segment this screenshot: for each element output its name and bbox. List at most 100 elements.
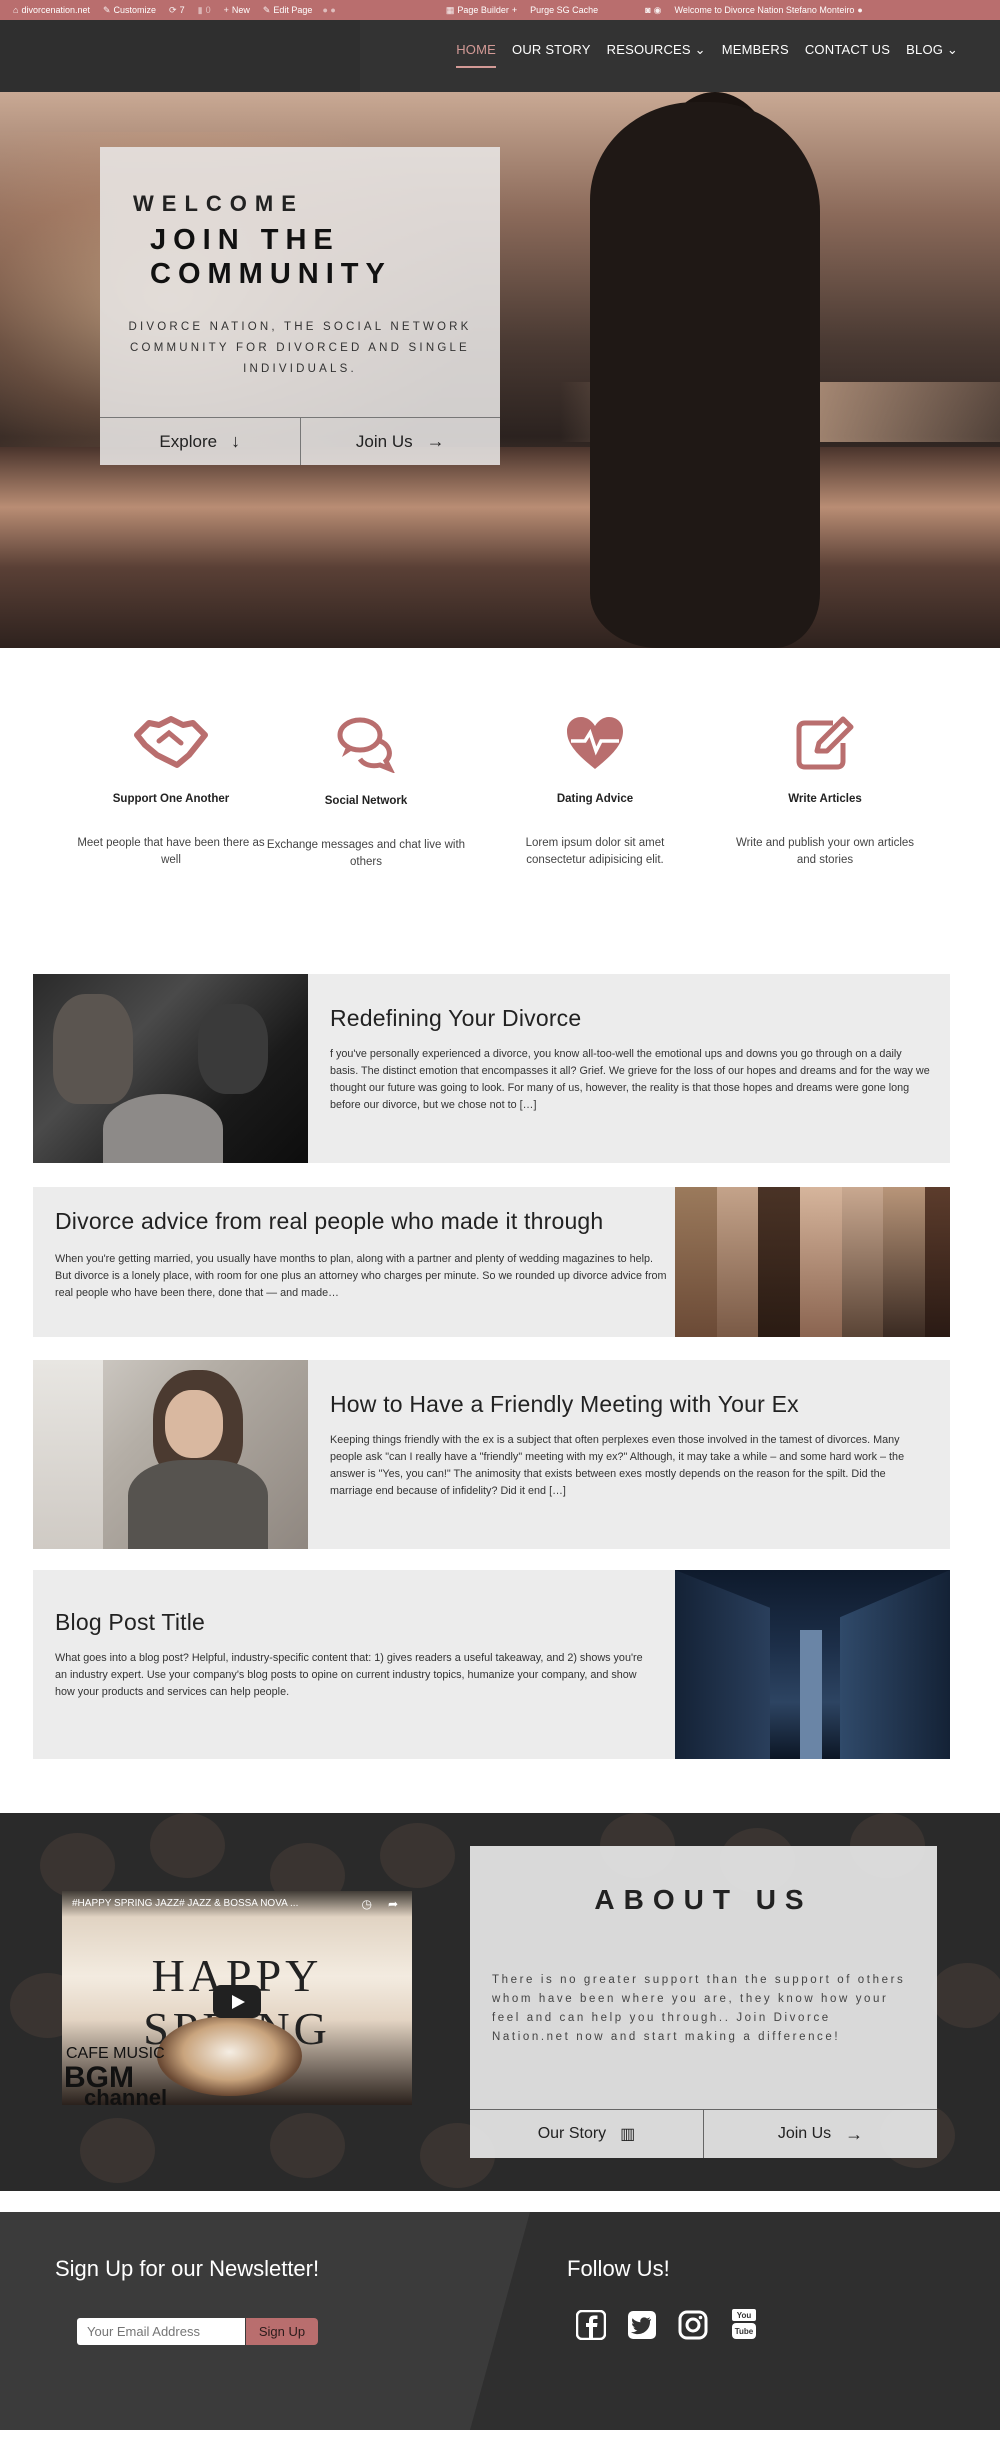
share-icon[interactable]: ➦ [388, 1897, 398, 1911]
admin-new-link[interactable]: + New [224, 5, 250, 15]
blog-post-card[interactable]: Blog Post Title What goes into a blog po… [33, 1570, 950, 1759]
admin-account-link[interactable]: Welcome to Divorce Nation Stefano Montei… [674, 5, 862, 15]
nav-item-home[interactable]: HOME [456, 42, 497, 68]
comment-icon: ▮ [197, 4, 203, 15]
arrow-down-icon: ↓ [231, 431, 241, 451]
nav-item-blog[interactable]: BLOG ⌄ [906, 42, 958, 68]
avatar: ● [857, 5, 863, 15]
blog-post-card[interactable]: Redefining Your Divorce f you've persona… [33, 974, 950, 1163]
feature-dating: Dating Advice Lorem ipsum dolor sit amet… [495, 715, 695, 869]
blog-post-card[interactable]: How to Have a Friendly Meeting with Your… [33, 1360, 950, 1549]
features-section: Support One Another Meet people that hav… [0, 715, 1000, 895]
book-icon: ▥ [620, 2126, 636, 2143]
post-excerpt: When you're getting married, you usually… [55, 1253, 667, 1299]
admin-edit-page-link[interactable]: ✎ Edit Page [263, 5, 313, 16]
main-navigation: HOME OUR STORY RESOURCES ⌄ MEMBERS CONTA… [0, 20, 1000, 92]
clock-icon[interactable]: ◷ [362, 1897, 372, 1911]
video-embed[interactable]: #HAPPY SPRING JAZZ# JAZZ & BOSSA NOVA ..… [62, 1891, 412, 2105]
heartbeat-icon [567, 717, 623, 769]
facebook-icon[interactable] [574, 2308, 608, 2342]
page: ⌂ divorcenation.net ✎ Customize ⟳ 7 ▮ 0 + New… [0, 0, 1000, 2451]
post-image [33, 974, 308, 1163]
instagram-icon[interactable] [676, 2308, 710, 2342]
arrow-right-icon: → [845, 2123, 864, 2144]
brush-icon: ✎ [102, 4, 111, 15]
admin-customize-link[interactable]: ✎ Customize [103, 5, 156, 16]
hero-buttons: Explore ↓ Join Us → [100, 417, 500, 465]
about-section: #HAPPY SPRING JAZZ# JAZZ & BOSSA NOVA ..… [0, 1813, 1000, 2191]
about-title: ABOUT US [594, 1884, 813, 1915]
hero-silhouette [590, 102, 820, 648]
post-title[interactable]: How to Have a Friendly Meeting with Your… [330, 1390, 930, 1418]
admin-misc-icons: ● ● [322, 5, 336, 15]
about-join-us-button[interactable]: Join Us → [703, 2110, 937, 2158]
grid-icon: ▦ [445, 4, 455, 15]
arrow-right-icon: → [426, 431, 445, 451]
post-text: Divorce advice from real people who made… [55, 1207, 670, 1302]
home-icon: ⌂ [13, 5, 19, 15]
nav-item-resources[interactable]: RESOURCES ⌄ [607, 42, 706, 68]
admin-updates-link[interactable]: ⟳ 7 [169, 5, 185, 16]
post-image [675, 1187, 950, 1337]
about-text: There is no greater support than the sup… [492, 1974, 906, 2043]
hero-card: WELCOME JOIN THE COMMUNITY DIVORCE NATIO… [100, 147, 500, 465]
nav-menu: HOME OUR STORY RESOURCES ⌄ MEMBERS CONTA… [456, 42, 958, 68]
refresh-icon: ⟳ [169, 4, 177, 15]
twitter-icon[interactable] [625, 2308, 659, 2342]
feature-text: Meet people that have been there as well [77, 837, 265, 866]
about-card: ABOUT US There is no greater support tha… [470, 1846, 937, 2158]
newsletter-email-input[interactable] [77, 2318, 245, 2345]
admin-bar: ⌂ divorcenation.net ✎ Customize ⟳ 7 ▮ 0 + New… [0, 0, 1000, 20]
svg-text:Tube: Tube [735, 2327, 754, 2336]
newsletter-signup-button[interactable]: Sign Up [246, 2318, 318, 2345]
admin-purge-cache-link[interactable]: Purge SG Cache [530, 5, 598, 15]
admin-extra-icons[interactable]: ◙ ◉ [645, 5, 661, 16]
user-circle-icon: ◉ [653, 4, 662, 15]
about-buttons: Our Story ▥ Join Us → [470, 2109, 937, 2158]
nav-item-members[interactable]: MEMBERS [722, 42, 789, 68]
follow-title: Follow Us! [567, 2256, 670, 2281]
chevron-down-icon: ⌄ [694, 42, 706, 57]
feature-text: Lorem ipsum dolor sit amet consectetur a… [525, 837, 665, 866]
hero-welcome: WELCOME [133, 191, 304, 216]
post-image [33, 1360, 308, 1549]
feature-write: Write Articles Write and publish your ow… [725, 715, 925, 869]
post-title[interactable]: Redefining Your Divorce [330, 1004, 930, 1032]
join-us-button[interactable]: Join Us → [299, 418, 501, 465]
explore-button[interactable]: Explore ↓ [100, 418, 300, 465]
coffee-cup-image [157, 2016, 302, 2096]
chevron-down-icon: ⌄ [946, 42, 958, 57]
hero-description: DIVORCE NATION, THE SOCIAL NETWORK COMMU… [128, 321, 472, 375]
chat-bubbles-icon [337, 717, 395, 773]
post-title[interactable]: Blog Post Title [55, 1608, 645, 1636]
feature-social: Social Network Exchange messages and cha… [266, 715, 466, 871]
nav-item-contact-us[interactable]: CONTACT US [805, 42, 890, 68]
badge-icon: ◙ [645, 5, 651, 15]
feature-title: Write Articles [788, 793, 862, 805]
admin-page-builder-link[interactable]: ▦ Page Builder + [446, 5, 517, 16]
video-title[interactable]: #HAPPY SPRING JAZZ# JAZZ & BOSSA NOVA ..… [62, 1891, 412, 1917]
blog-post-card[interactable]: Divorce advice from real people who made… [33, 1187, 950, 1337]
site-logo-area [0, 20, 360, 92]
post-image [675, 1570, 950, 1759]
feature-text: Write and publish your own articles and … [735, 837, 915, 866]
post-title[interactable]: Divorce advice from real people who made… [55, 1207, 670, 1235]
pencil-icon: ✎ [262, 4, 271, 15]
admin-comments-link[interactable]: ▮ 0 [198, 5, 211, 16]
nav-item-our-story[interactable]: OUR STORY [512, 42, 591, 68]
our-story-button[interactable]: Our Story ▥ [470, 2110, 703, 2158]
post-excerpt: What goes into a blog post? Helpful, ind… [55, 1652, 643, 1698]
youtube-icon[interactable]: You Tube [727, 2308, 761, 2342]
page-bottom [0, 2430, 1000, 2451]
post-excerpt: Keeping things friendly with the ex is a… [330, 1434, 905, 1497]
post-text: Redefining Your Divorce f you've persona… [330, 1004, 930, 1114]
handshake-icon [134, 716, 208, 768]
feature-support: Support One Another Meet people that hav… [71, 715, 271, 869]
play-button[interactable] [213, 1985, 261, 2018]
feature-title: Support One Another [112, 793, 230, 805]
post-excerpt: f you've personally experienced a divorc… [330, 1048, 930, 1111]
admin-site-link[interactable]: ⌂ divorcenation.net [13, 5, 90, 15]
post-text: How to Have a Friendly Meeting with Your… [330, 1390, 930, 1500]
hero-water [0, 447, 1000, 648]
svg-text:You: You [737, 2311, 752, 2320]
